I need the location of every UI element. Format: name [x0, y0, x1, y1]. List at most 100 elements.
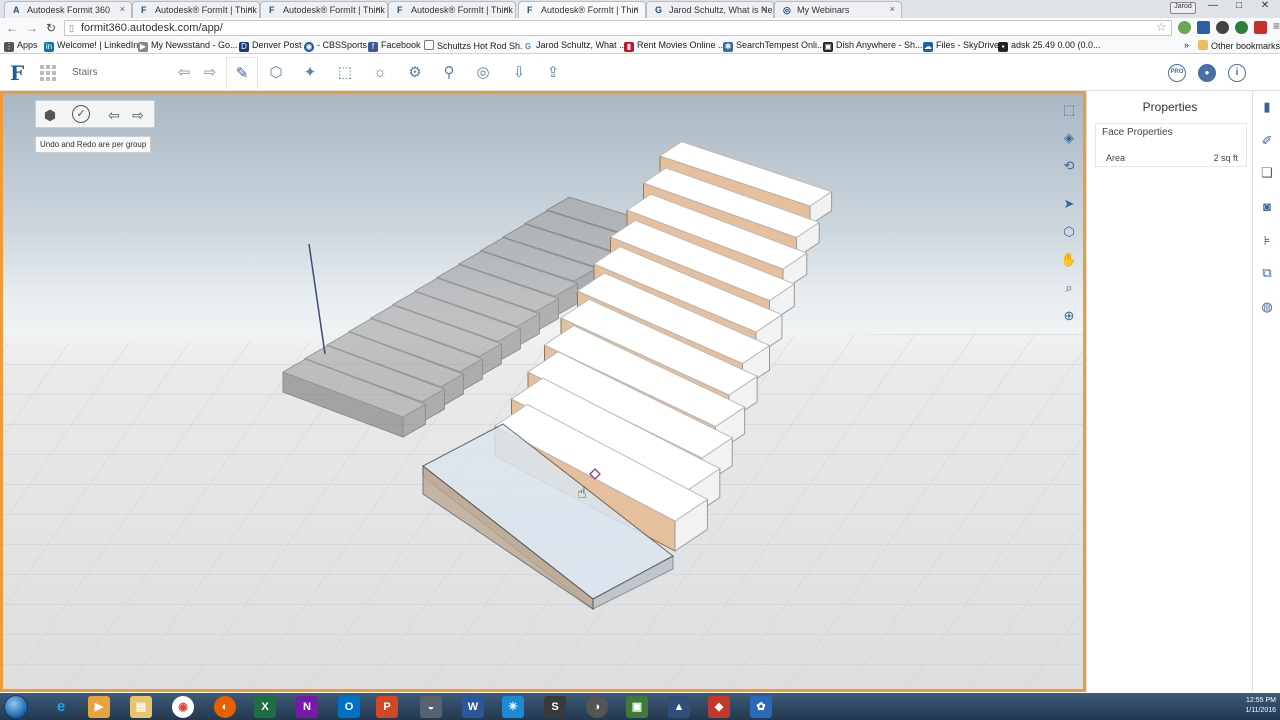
media-player-icon[interactable]: ▶	[88, 696, 110, 718]
close-window-icon[interactable]: ✕	[1254, 0, 1276, 14]
powerpoint-icon[interactable]: P	[376, 696, 398, 718]
scale-icon[interactable]: ◎	[473, 63, 493, 83]
reload-icon[interactable]: ↻	[46, 21, 56, 35]
finish-check-icon[interactable]: ✓	[72, 105, 90, 123]
zoom-window-icon[interactable]: ⊕	[1059, 306, 1079, 326]
browser-tab-3[interactable]: F Autodesk® FormIt | Think ×	[260, 1, 388, 18]
autocad-icon[interactable]: ◆	[708, 696, 730, 718]
orbit-icon[interactable]: ⟲	[1059, 156, 1079, 176]
settings-gear-icon[interactable]: ⚙	[405, 63, 425, 83]
snowflake-app-icon[interactable]: ✳	[502, 696, 524, 718]
sun-icon[interactable]: ☼	[370, 63, 390, 83]
close-tab-icon[interactable]: ×	[120, 4, 125, 14]
group-undo-icon[interactable]: ⇦	[104, 105, 124, 125]
url-input[interactable]: ▯ formit360.autodesk.com/app/	[64, 20, 1172, 36]
pro-badge-icon[interactable]: PRO	[1168, 64, 1186, 82]
extension-icon[interactable]	[1235, 21, 1248, 34]
start-button-icon[interactable]	[4, 695, 28, 719]
import-icon[interactable]: ⇩	[509, 63, 529, 83]
app-menu-grid-icon[interactable]	[40, 65, 56, 81]
close-tab-icon[interactable]: ×	[890, 4, 895, 14]
minimize-icon[interactable]: —	[1202, 0, 1224, 14]
word-icon[interactable]: W	[462, 696, 484, 718]
chrome-icon[interactable]: ◉	[172, 696, 194, 718]
menu-icon[interactable]: ≡	[1273, 20, 1280, 34]
cube-add-icon[interactable]: ⬡	[266, 63, 286, 83]
tools-icon[interactable]: ✦	[300, 63, 320, 83]
profile-badge[interactable]: Jarod	[1170, 2, 1196, 14]
properties-panel-icon[interactable]: ▮	[1257, 97, 1277, 117]
bookmarks-overflow-icon[interactable]: »	[1184, 40, 1189, 50]
bookmark-facebook[interactable]: f Facebook	[368, 40, 421, 52]
zoom-icon[interactable]: ⌕	[1059, 278, 1079, 298]
undo-arrow-icon[interactable]: ⇦	[174, 63, 194, 83]
file-explorer-icon[interactable]: ▤	[130, 696, 152, 718]
revit-icon[interactable]: ▲	[668, 696, 690, 718]
redo-arrow-icon[interactable]: ⇨	[200, 63, 220, 83]
bookmark-apps[interactable]: ⋮ Apps	[4, 40, 38, 52]
scene-canvas[interactable]: ☝	[3, 94, 1083, 689]
analysis-globe-icon[interactable]: ◍	[1257, 297, 1277, 317]
back-arrow-icon[interactable]: ←	[6, 21, 18, 35]
pan-hand-icon[interactable]: ✋	[1059, 250, 1079, 270]
bookmark-searchtempest[interactable]: ✱ SearchTempest Onli...	[723, 40, 825, 52]
browser-tab-7[interactable]: ◎ My Webinars ×	[774, 1, 902, 18]
bookmark-dish[interactable]: ▣ Dish Anywhere - Sh...	[823, 40, 923, 52]
breadcrumb[interactable]: Stairs	[72, 67, 98, 78]
snagit-icon[interactable]: S	[544, 696, 566, 718]
bookmark-cbssports[interactable]: ◉ - CBSSports	[304, 40, 367, 52]
browser-tab-6[interactable]: G Jarod Schultz, What is Ne ×	[646, 1, 774, 18]
bookmark-skydrive[interactable]: ☁ Files - SkyDrive	[923, 40, 999, 52]
extension-icon[interactable]	[1216, 21, 1229, 34]
bookmark-schultzs[interactable]: Schultzs Hot Rod Sh...	[424, 40, 528, 51]
share-export-icon[interactable]: ⇪	[543, 63, 563, 83]
bookmark-adsk[interactable]: ▪ adsk 25.49 0.00 (0.0...	[998, 40, 1101, 52]
group-redo-icon[interactable]: ⇨	[128, 105, 148, 125]
internet-explorer-icon[interactable]: e	[50, 696, 72, 718]
layers-icon[interactable]: ❑	[1257, 163, 1277, 183]
view-cube-icon[interactable]: ◈	[1059, 128, 1079, 148]
extension-icon[interactable]	[1197, 21, 1210, 34]
firefox-icon[interactable]: ◐	[214, 696, 236, 718]
scenes-camera-icon[interactable]: ◙	[1257, 197, 1277, 217]
groups-icon[interactable]: ⧉	[1257, 263, 1277, 283]
extension-icon[interactable]	[1178, 21, 1191, 34]
excel-icon[interactable]: X	[254, 696, 276, 718]
location-pin-icon[interactable]: ⚲	[439, 63, 459, 83]
levels-icon[interactable]: ⊧	[1257, 231, 1277, 251]
maximize-icon[interactable]: □	[1228, 0, 1250, 14]
extension-icon[interactable]	[1254, 21, 1267, 34]
info-icon[interactable]: i	[1228, 64, 1246, 82]
bookmark-newsstand[interactable]: ▶ My Newsstand - Go...	[138, 40, 238, 52]
close-tab-icon[interactable]: ×	[634, 4, 639, 14]
close-tab-icon[interactable]: ×	[376, 4, 381, 14]
bookmark-rent-movies[interactable]: ▮ Rent Movies Online ...	[624, 40, 726, 52]
browser-tab-5-active[interactable]: F Autodesk® FormIt | Thin ×	[518, 1, 646, 18]
selection-box-icon[interactable]: ⬚	[335, 63, 355, 83]
app-icon[interactable]: ◑	[586, 696, 608, 718]
zoom-extents-icon[interactable]: ⬚	[1059, 100, 1079, 120]
user-account-icon[interactable]: ●	[1198, 64, 1216, 82]
app-flower-icon[interactable]: ✿	[750, 696, 772, 718]
formit-logo[interactable]: F	[10, 61, 24, 85]
group-cube-icon[interactable]: ⬢	[40, 105, 60, 125]
bookmark-linkedin[interactable]: in Welcome! | LinkedIn	[44, 40, 138, 52]
browser-tab-4[interactable]: F Autodesk® FormIt | Think ×	[388, 1, 516, 18]
materials-brush-icon[interactable]: ✐	[1257, 131, 1277, 151]
orbit-cube-icon[interactable]: ⬡	[1059, 222, 1079, 242]
other-bookmarks[interactable]: Other bookmarks	[1198, 40, 1280, 51]
select-arrow-icon[interactable]: ➤	[1059, 194, 1079, 214]
bookmark-jarod[interactable]: G Jarod Schultz, What ...	[523, 40, 627, 52]
forward-arrow-icon[interactable]: →	[26, 21, 38, 35]
outlook-icon[interactable]: O	[338, 696, 360, 718]
close-tab-icon[interactable]: ×	[762, 4, 767, 14]
close-tab-icon[interactable]: ×	[248, 4, 253, 14]
onenote-icon[interactable]: N	[296, 696, 318, 718]
app-icon[interactable]: ◒	[420, 696, 442, 718]
browser-tab-1[interactable]: A Autodesk Formit 360 ×	[4, 1, 132, 18]
bookmark-star-icon[interactable]: ☆	[1156, 20, 1167, 34]
map-app-icon[interactable]: ▣	[626, 696, 648, 718]
3d-viewport[interactable]: ☝ ⬢ ✓ ⇦ ⇨ Undo and Redo are per group ⬚ …	[0, 91, 1086, 692]
bookmark-denver-post[interactable]: D Denver Post	[239, 40, 302, 52]
sketch-pencil-icon[interactable]: ✎	[226, 57, 258, 89]
